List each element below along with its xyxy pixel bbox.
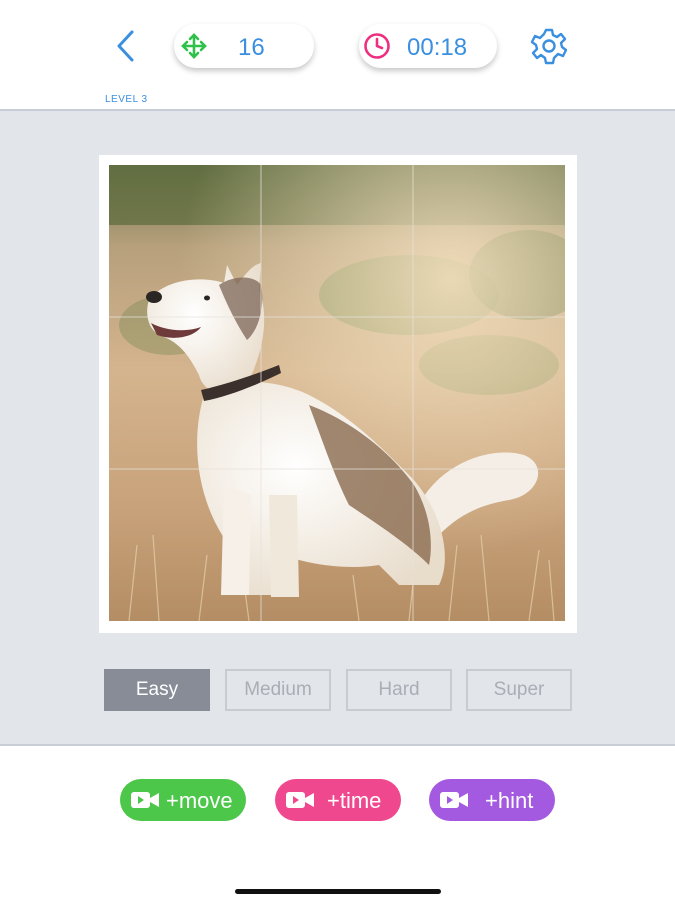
- bonus-time-button[interactable]: +time: [275, 779, 401, 821]
- puzzle-board-area: Easy Medium Hard Super: [0, 111, 675, 746]
- home-indicator[interactable]: [235, 889, 441, 894]
- puzzle-image[interactable]: [109, 165, 565, 621]
- top-bar: 16 00:18 LEVEL 3: [0, 0, 675, 111]
- difficulty-super-button[interactable]: Super: [466, 669, 572, 711]
- difficulty-medium-button[interactable]: Medium: [225, 669, 331, 711]
- bonus-move-label: +move: [166, 788, 233, 813]
- gear-icon[interactable]: [530, 27, 568, 65]
- move-arrows-icon: [181, 33, 207, 59]
- bonus-hint-label: +hint: [485, 788, 534, 813]
- video-camera-icon: [131, 792, 159, 808]
- difficulty-hard-button[interactable]: Hard: [346, 669, 452, 711]
- video-camera-icon: [286, 792, 314, 808]
- puzzle-frame: [99, 155, 577, 633]
- timer-value: 00:18: [407, 34, 468, 61]
- difficulty-easy-button[interactable]: Easy: [104, 669, 210, 711]
- bonus-hint-button[interactable]: +hint: [429, 779, 555, 821]
- clock-icon: [364, 33, 390, 59]
- back-chevron-icon[interactable]: [108, 26, 144, 66]
- moves-counter: 16: [174, 24, 314, 68]
- bonus-move-button[interactable]: +move: [120, 779, 246, 821]
- video-camera-icon: [440, 792, 468, 808]
- moves-value: 16: [238, 34, 265, 61]
- bonus-time-label: +time: [327, 788, 382, 813]
- timer-display: 00:18: [359, 24, 497, 68]
- level-label: LEVEL 3: [105, 94, 148, 105]
